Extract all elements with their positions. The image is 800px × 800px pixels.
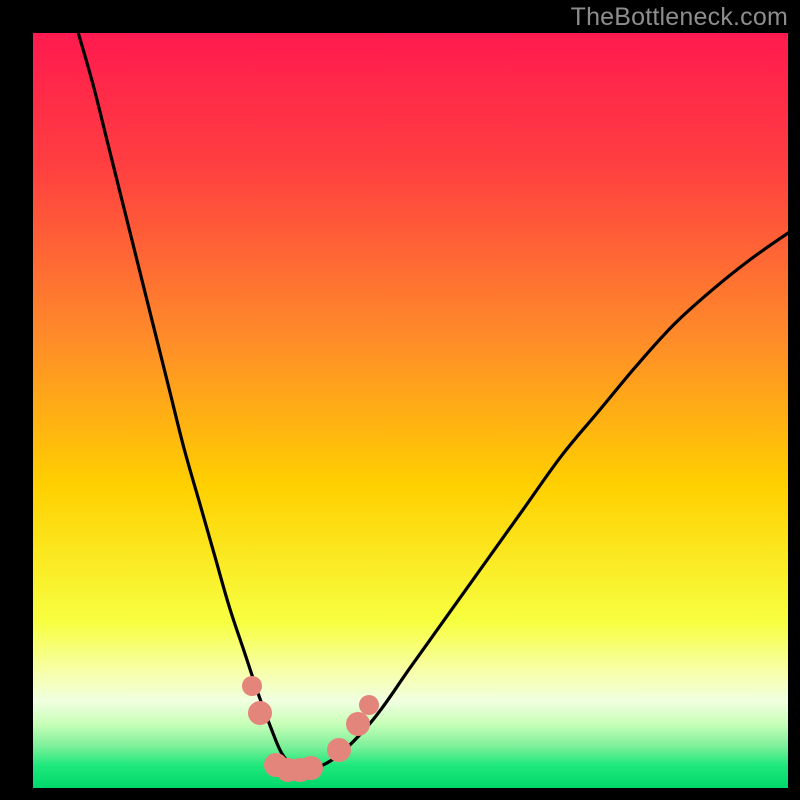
watermark-text: TheBottleneck.com — [571, 3, 788, 32]
plot-area — [33, 33, 788, 788]
curve-marker — [327, 738, 351, 762]
curve-marker — [242, 676, 262, 696]
curve-marker — [248, 701, 272, 725]
curve-marker — [359, 695, 379, 715]
curve-marker — [346, 712, 370, 736]
chart-frame: TheBottleneck.com — [0, 0, 800, 800]
bottleneck-curve — [33, 33, 788, 788]
curve-marker — [299, 756, 323, 780]
